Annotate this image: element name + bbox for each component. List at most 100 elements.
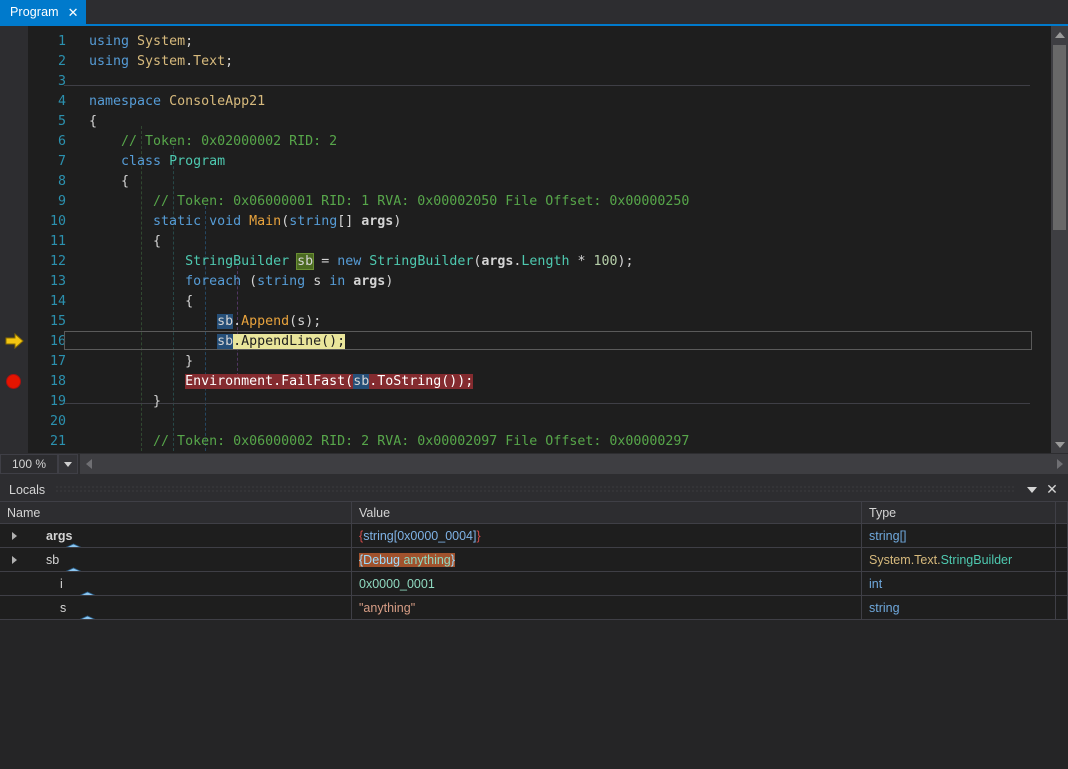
scroll-right-icon[interactable] bbox=[1051, 454, 1068, 474]
local-variable-icon bbox=[38, 577, 53, 590]
scroll-down-icon[interactable] bbox=[1051, 436, 1068, 453]
row-type-cell: System.Text.StringBuilder bbox=[862, 548, 1056, 571]
code-editor[interactable]: 1 using System; 2 using System.Text; 3 4… bbox=[0, 26, 1068, 453]
line-number: 3 bbox=[28, 74, 66, 89]
code-line: 4 namespace ConsoleApp21 bbox=[28, 91, 1040, 111]
local-variable-icon bbox=[38, 601, 53, 614]
locals-grid[interactable]: Name Value Type args bbox=[0, 501, 1068, 769]
yellow-arrow-icon bbox=[5, 333, 24, 349]
variable-value: {string[0x0000_0004]} bbox=[359, 529, 481, 543]
row-pad-cell bbox=[1056, 596, 1068, 619]
line-number: 1 bbox=[28, 34, 66, 49]
visual-studio-debugger-window: Program ✕ 1 bbox=[0, 0, 1068, 769]
code-text-area[interactable]: 1 using System; 2 using System.Text; 3 4… bbox=[28, 26, 1040, 453]
line-content: // Token: 0x06000002 RID: 2 RVA: 0x00002… bbox=[66, 434, 1040, 449]
chevron-down-icon bbox=[64, 462, 72, 467]
expand-arrow-icon[interactable] bbox=[7, 556, 21, 564]
variable-name: args bbox=[46, 529, 72, 543]
variable-type: int bbox=[869, 577, 882, 591]
row-name-cell[interactable]: s bbox=[0, 596, 352, 619]
vertical-scroll-thumb[interactable] bbox=[1053, 45, 1066, 230]
line-number: 8 bbox=[28, 174, 66, 189]
row-value-cell[interactable]: {Debug anything} bbox=[352, 548, 862, 571]
locals-empty-area[interactable] bbox=[0, 638, 1068, 769]
local-variable-icon bbox=[24, 553, 39, 566]
row-pad-cell bbox=[1056, 572, 1068, 595]
code-line: 19 } bbox=[28, 391, 1040, 411]
column-header-name[interactable]: Name bbox=[0, 502, 352, 523]
editor-indicator-margin[interactable] bbox=[0, 26, 28, 453]
zoom-dropdown-button[interactable] bbox=[58, 454, 78, 474]
horizontal-scroll-track[interactable] bbox=[97, 454, 1051, 474]
expand-arrow-icon[interactable] bbox=[7, 532, 21, 540]
row-type-cell: int bbox=[862, 572, 1056, 595]
row-name-cell[interactable]: args bbox=[0, 524, 352, 547]
line-number: 9 bbox=[28, 194, 66, 209]
code-line: 12 StringBuilder sb = new StringBuilder(… bbox=[28, 251, 1040, 271]
line-content: StringBuilder sb = new StringBuilder(arg… bbox=[66, 254, 1040, 269]
line-number: 5 bbox=[28, 114, 66, 129]
line-content: sb.AppendLine(); bbox=[66, 334, 1040, 349]
line-number: 19 bbox=[28, 394, 66, 409]
code-line: 1 using System; bbox=[28, 31, 1040, 51]
line-content: { bbox=[66, 114, 1040, 129]
column-header-type[interactable]: Type bbox=[862, 502, 1056, 523]
scroll-left-icon[interactable] bbox=[80, 454, 97, 474]
local-variable-icon bbox=[24, 529, 39, 542]
row-type-cell: string[] bbox=[862, 524, 1056, 547]
line-number: 20 bbox=[28, 414, 66, 429]
row-name-cell[interactable]: sb bbox=[0, 548, 352, 571]
editor-vertical-scrollbar[interactable] bbox=[1051, 26, 1068, 453]
code-line: 9 // Token: 0x06000001 RID: 1 RVA: 0x000… bbox=[28, 191, 1040, 211]
line-content: Environment.FailFast(sb.ToString()); bbox=[66, 374, 1040, 389]
code-line: 7 class Program bbox=[28, 151, 1040, 171]
line-number: 4 bbox=[28, 94, 66, 109]
row-value-cell[interactable]: 0x0000_0001 bbox=[352, 572, 862, 595]
code-line: 6 // Token: 0x02000002 RID: 2 bbox=[28, 131, 1040, 151]
line-content: using System; bbox=[66, 34, 1040, 49]
code-line: 3 bbox=[28, 71, 1040, 91]
variable-type: string[] bbox=[869, 529, 907, 543]
breakpoint-circle-icon[interactable] bbox=[6, 374, 21, 389]
table-row[interactable]: sb {Debug anything} System.Text.StringBu… bbox=[0, 548, 1068, 572]
variable-value: "anything" bbox=[359, 601, 415, 615]
table-row[interactable]: i 0x0000_0001 int bbox=[0, 572, 1068, 596]
line-content: { bbox=[66, 234, 1040, 249]
line-number: 18 bbox=[28, 374, 66, 389]
column-header-value[interactable]: Value bbox=[352, 502, 862, 523]
line-content: static void Main(string[] args) bbox=[66, 214, 1040, 229]
line-content: // Token: 0x02000002 RID: 2 bbox=[66, 134, 1040, 149]
tab-program[interactable]: Program ✕ bbox=[0, 0, 86, 24]
line-content: using System.Text; bbox=[66, 54, 1040, 69]
line-content: } bbox=[66, 354, 1040, 369]
code-line: 17 } bbox=[28, 351, 1040, 371]
scroll-up-icon[interactable] bbox=[1051, 26, 1068, 43]
table-row[interactable]: s "anything" string bbox=[0, 596, 1068, 620]
current-statement-highlight: .AppendLine(); bbox=[233, 334, 345, 349]
line-number: 2 bbox=[28, 54, 66, 69]
code-line: 13 foreach (string s in args) bbox=[28, 271, 1040, 291]
table-row[interactable]: args {string[0x0000_0004]} string[] bbox=[0, 524, 1068, 548]
chevron-down-icon[interactable] bbox=[1022, 480, 1042, 500]
variable-value: 0x0000_0001 bbox=[359, 577, 435, 591]
row-value-cell[interactable]: "anything" bbox=[352, 596, 862, 619]
row-value-cell[interactable]: {string[0x0000_0004]} bbox=[352, 524, 862, 547]
line-number: 10 bbox=[28, 214, 66, 229]
line-content: // Token: 0x06000001 RID: 1 RVA: 0x00002… bbox=[66, 194, 1040, 209]
row-name-cell[interactable]: i bbox=[0, 572, 352, 595]
code-line: 15 sb.Append(s); bbox=[28, 311, 1040, 331]
code-line: 21 // Token: 0x06000002 RID: 2 RVA: 0x00… bbox=[28, 431, 1040, 451]
close-icon[interactable]: ✕ bbox=[68, 6, 79, 19]
row-pad-cell bbox=[1056, 548, 1068, 571]
editor-horizontal-scrollbar[interactable] bbox=[80, 454, 1068, 474]
variable-name: i bbox=[60, 577, 63, 591]
line-number: 6 bbox=[28, 134, 66, 149]
line-number: 7 bbox=[28, 154, 66, 169]
symbol-reference-highlight: sb bbox=[217, 334, 233, 349]
code-line: 11 { bbox=[28, 231, 1040, 251]
close-icon[interactable]: ✕ bbox=[1042, 480, 1068, 500]
line-content: { bbox=[66, 174, 1040, 189]
line-content: foreach (string s in args) bbox=[66, 274, 1040, 289]
line-content: { bbox=[66, 294, 1040, 309]
zoom-level-display[interactable]: 100 % bbox=[0, 454, 58, 474]
